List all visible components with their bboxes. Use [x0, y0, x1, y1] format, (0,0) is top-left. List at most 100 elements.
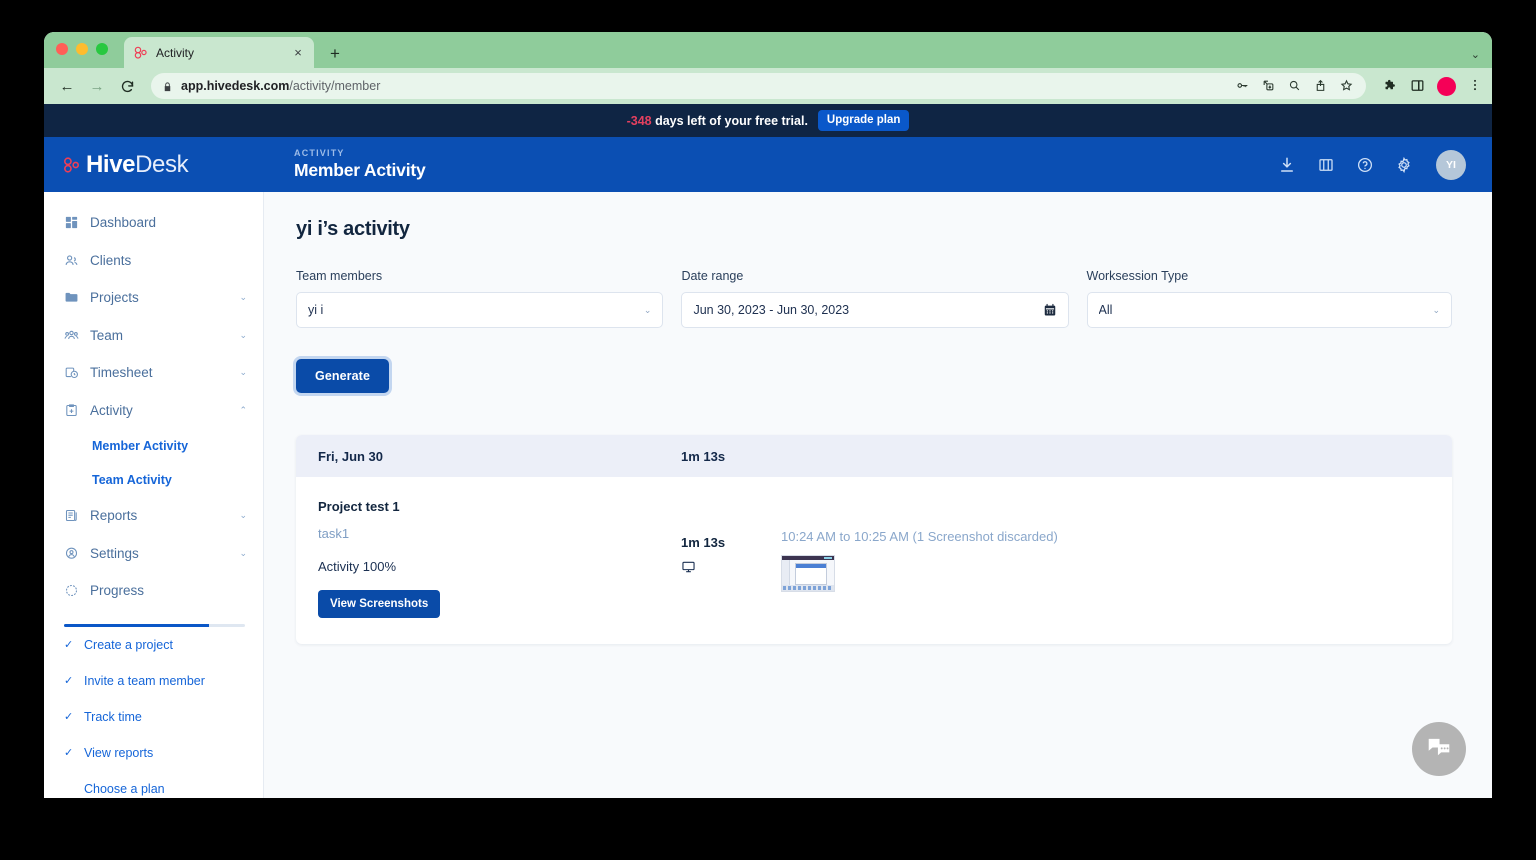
view-screenshots-button[interactable]: View Screenshots	[318, 590, 441, 618]
date-range-value: Jun 30, 2023 - Jun 30, 2023	[693, 303, 850, 317]
download-icon[interactable]	[1278, 156, 1296, 174]
sidebar-item-timesheet[interactable]: Timesheet ⌄	[44, 354, 263, 392]
check-icon: ✓	[64, 747, 74, 759]
checklist-item-track-time[interactable]: ✓ Track time	[44, 699, 263, 735]
checklist-item-label: View reports	[84, 745, 154, 760]
app-header: HiveDesk ACTIVITY Member Activity YI	[44, 137, 1492, 192]
hivedesk-logo-icon	[133, 45, 148, 60]
browser-tab[interactable]: Activity ×	[124, 37, 314, 68]
sidebar-item-reports[interactable]: Reports ⌄	[44, 497, 263, 535]
date-range-field: Date range Jun 30, 2023 - Jun 30, 2023	[681, 269, 1069, 328]
extensions-puzzle-icon[interactable]	[1383, 78, 1398, 95]
check-icon: ✓	[64, 639, 74, 651]
sidebar-item-activity[interactable]: Activity ⌃	[44, 392, 263, 430]
header-titles: ACTIVITY Member Activity	[264, 148, 426, 181]
app-logo[interactable]: HiveDesk	[44, 151, 264, 179]
trial-days-remaining: -348	[626, 113, 652, 128]
generate-button[interactable]: Generate	[296, 359, 389, 393]
row-project-info: Project test 1 task1 Activity 100% View …	[296, 499, 681, 618]
sidebar-item-label: Reports	[90, 508, 138, 524]
address-bar[interactable]: app.hivedesk.com/activity/member	[151, 73, 1366, 99]
tabstrip-collapse-icon[interactable]: ⌄	[1471, 48, 1480, 61]
trial-banner-text: -348 days left of your free trial.	[627, 114, 808, 128]
sidebar-item-team-activity[interactable]: Team Activity	[44, 463, 263, 497]
reload-button[interactable]	[114, 73, 140, 99]
sidebar-item-clients[interactable]: Clients	[44, 242, 263, 280]
new-tab-button[interactable]: +	[326, 45, 344, 62]
hivedesk-logo-icon	[62, 156, 82, 174]
bookmark-star-icon[interactable]	[1340, 79, 1353, 94]
app-logo-text: HiveDesk	[86, 151, 189, 179]
checklist-item-invite-team-member[interactable]: ✓ Invite a team member	[44, 663, 263, 699]
zoom-icon[interactable]	[1288, 79, 1301, 94]
maximize-window-button[interactable]	[96, 43, 108, 55]
chevron-down-icon[interactable]: ⌄	[239, 510, 247, 521]
chevron-down-icon[interactable]: ⌄	[239, 367, 247, 378]
avatar[interactable]: YI	[1436, 149, 1466, 180]
team-icon	[64, 328, 79, 343]
timesheet-clock-icon	[64, 365, 79, 380]
forward-button[interactable]: →	[84, 73, 110, 99]
chat-widget-button[interactable]	[1412, 722, 1466, 776]
chrome-menu-icon[interactable]	[1468, 78, 1482, 94]
calendar-icon[interactable]	[1043, 303, 1057, 317]
checklist-item-create-project[interactable]: ✓ Create a project	[44, 627, 263, 663]
chevron-down-icon[interactable]: ⌄	[239, 292, 247, 303]
team-members-select[interactable]: yi i ⌄	[296, 292, 664, 328]
check-icon: ✓	[64, 675, 74, 687]
side-panel-icon[interactable]	[1410, 78, 1425, 95]
worksession-type-select[interactable]: All ⌄	[1086, 292, 1452, 328]
close-window-button[interactable]	[56, 43, 68, 55]
activity-results-card: Fri, Jun 30 1m 13s Project test 1 task1 …	[296, 435, 1452, 644]
sidebar-item-label: Team	[90, 327, 124, 343]
install-app-icon[interactable]	[1262, 79, 1275, 94]
breadcrumb: ACTIVITY	[294, 148, 345, 158]
key-icon[interactable]	[1236, 79, 1249, 94]
upgrade-plan-button[interactable]: Upgrade plan	[817, 110, 910, 131]
share-icon[interactable]	[1314, 79, 1327, 94]
row-duration: 1m 13s	[681, 535, 726, 550]
folder-icon	[64, 290, 79, 305]
url-path: /activity/member	[289, 79, 381, 93]
sidebar-item-progress[interactable]: Progress	[44, 572, 263, 610]
trial-banner-message: days left of your free trial.	[655, 113, 808, 128]
worksession-type-label: Worksession Type	[1086, 269, 1189, 283]
sidebar-item-team[interactable]: Team ⌄	[44, 317, 263, 355]
sidebar-item-label: Progress	[90, 583, 145, 599]
chevron-up-icon[interactable]: ⌃	[239, 405, 247, 416]
sidebar-item-member-activity[interactable]: Member Activity	[44, 429, 263, 463]
profile-avatar-icon[interactable]	[1437, 76, 1456, 96]
omnibox-icon-group	[1236, 79, 1355, 94]
reports-icon	[64, 508, 79, 523]
sidebar-item-dashboard[interactable]: Dashboard	[44, 204, 263, 242]
browser-tab-strip: Activity × + ⌄	[44, 32, 1492, 68]
task-name: task1	[318, 526, 350, 541]
help-icon[interactable]	[1356, 156, 1374, 174]
sidebar-item-settings[interactable]: Settings ⌄	[44, 535, 263, 573]
close-tab-button[interactable]: ×	[291, 46, 305, 59]
sidebar-item-label: Activity	[90, 402, 133, 418]
book-icon[interactable]	[1317, 156, 1335, 174]
settings-gear-icon[interactable]	[1395, 156, 1413, 174]
minimize-window-button[interactable]	[76, 43, 88, 55]
page-content: -348 days left of your free trial. Upgra…	[44, 104, 1492, 798]
team-members-label: Team members	[296, 269, 383, 283]
sidebar-item-label: Timesheet	[90, 365, 153, 381]
checklist-item-label: Invite a team member	[84, 673, 205, 688]
back-button[interactable]: ←	[54, 73, 80, 99]
date-range-input[interactable]: Jun 30, 2023 - Jun 30, 2023	[681, 292, 1069, 328]
chevron-down-icon[interactable]: ⌄	[239, 330, 247, 341]
dashboard-icon	[64, 215, 79, 230]
checklist-item-choose-a-plan[interactable]: Choose a plan	[44, 771, 263, 799]
screenshot-thumbnail[interactable]	[781, 555, 835, 592]
sidebar-item-label: Projects	[90, 290, 139, 306]
sidebar-item-label: Settings	[90, 545, 139, 561]
address-bar-url: app.hivedesk.com/activity/member	[181, 79, 380, 93]
chevron-down-icon[interactable]: ⌄	[239, 548, 247, 559]
toolbar-right-icons	[1377, 76, 1482, 96]
sidebar-item-projects[interactable]: Projects ⌄	[44, 279, 263, 317]
activity-icon	[64, 403, 79, 418]
checklist-item-view-reports[interactable]: ✓ View reports	[44, 735, 263, 771]
page-title: Member Activity	[294, 160, 426, 180]
clients-icon	[64, 253, 79, 268]
